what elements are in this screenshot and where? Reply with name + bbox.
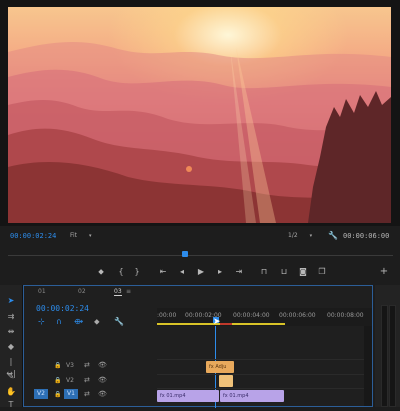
time-ruler[interactable]: :00:00 00:00:02:00 00:00:04:00 00:00:06:… bbox=[157, 308, 372, 326]
linked-selection-icon[interactable]: ⟴ bbox=[74, 317, 83, 326]
add-marker-icon[interactable]: ⬥ bbox=[94, 317, 100, 327]
mark-out-icon[interactable]: } bbox=[131, 266, 143, 278]
tools-panel: ➤ ⇉ ⇹ ◆ |↔| ✎ ✋ T bbox=[0, 285, 23, 409]
ruler-label: 00:00:04:00 bbox=[233, 312, 270, 319]
track-divider bbox=[157, 374, 372, 375]
resolution-select[interactable]: 1/2 ▾ bbox=[288, 232, 312, 239]
fx-icon: fx bbox=[223, 393, 228, 399]
hand-icon[interactable]: ✋ bbox=[5, 386, 17, 398]
duration-timecode: 00:00:06:00 bbox=[343, 232, 390, 240]
overwrite-icon[interactable]: ⊔ bbox=[278, 266, 290, 278]
nest-icon[interactable]: ⊹ bbox=[38, 317, 45, 326]
track-header-v2: 🔒 V2 ⇄ 👁 bbox=[24, 374, 157, 389]
ruler-label: 00:00:08:00 bbox=[327, 312, 364, 319]
chevron-down-icon: ▾ bbox=[88, 233, 92, 239]
track-divider bbox=[157, 359, 372, 360]
razor-icon[interactable]: ◆ bbox=[5, 341, 17, 353]
ripple-edit-icon[interactable]: ⇹ bbox=[5, 326, 17, 338]
fx-icon: fx bbox=[209, 364, 214, 370]
wrench-icon[interactable]: 🔧 bbox=[328, 231, 338, 240]
add-button-icon[interactable]: + bbox=[378, 266, 390, 278]
zoom-select[interactable]: Fit ▾ bbox=[70, 232, 91, 239]
track-label: V3 bbox=[66, 362, 74, 369]
scrubber-track bbox=[8, 255, 393, 256]
clip-name: 01.mp4 bbox=[166, 393, 186, 399]
transition-clip[interactable] bbox=[219, 375, 233, 387]
video-preview[interactable] bbox=[8, 7, 391, 223]
go-to-in-icon[interactable]: ⇤ bbox=[157, 266, 169, 278]
chevron-down-icon: ▾ bbox=[309, 233, 313, 239]
video-clip-1[interactable]: fx 01.mp4 bbox=[157, 390, 219, 402]
mouse-cursor-icon: ➤ bbox=[213, 317, 221, 327]
timeline-timecode[interactable]: 00:00:02:24 bbox=[36, 304, 89, 313]
sync-lock-icon[interactable]: ⇄ bbox=[84, 376, 90, 384]
tab-sequence-03[interactable]: 03 bbox=[114, 288, 122, 296]
sync-lock-icon[interactable]: ⇄ bbox=[84, 390, 90, 398]
slip-icon[interactable]: |↔| bbox=[5, 356, 17, 378]
tab-sequence-02[interactable]: 02 bbox=[78, 288, 86, 295]
clip-name: 01.mp4 bbox=[229, 393, 249, 399]
ruler-label: 00:00:06:00 bbox=[279, 312, 316, 319]
lock-icon[interactable]: 🔒 bbox=[54, 362, 61, 369]
marker-icon[interactable]: ⬥ bbox=[95, 266, 107, 278]
step-forward-icon[interactable]: ▸ bbox=[214, 266, 226, 278]
pen-icon[interactable]: ✎ bbox=[5, 371, 17, 383]
monitor-status-bar: 00:00:02:24 Fit ▾ 1/2 ▾ 🔧 00:00:06:00 bbox=[0, 226, 400, 248]
eye-icon[interactable]: 👁 bbox=[98, 376, 107, 384]
playhead-timecode[interactable]: 00:00:02:24 bbox=[10, 232, 56, 240]
timeline-panel: 01 02 03 ≡ 00:00:02:24 ⊹ ∩ ⟴ ⬥ 🔧 :00:00 … bbox=[23, 285, 373, 408]
playhead-marker[interactable] bbox=[182, 251, 188, 257]
monitor-scrubber[interactable] bbox=[8, 249, 393, 259]
mountain-landscape-image bbox=[8, 41, 391, 223]
play-icon[interactable]: ▶ bbox=[195, 266, 207, 278]
audio-meter-left bbox=[381, 305, 388, 407]
wrench-icon[interactable]: 🔧 bbox=[114, 317, 124, 326]
vertical-scrollbar[interactable] bbox=[364, 326, 372, 406]
lock-icon[interactable]: 🔒 bbox=[54, 391, 61, 398]
compare-icon[interactable]: ❐ bbox=[316, 266, 328, 278]
render-bar bbox=[220, 323, 232, 325]
transport-controls: ⬥ { } ⇤ ◂ ▶ ▸ ⇥ ⊓ ⊔ ◙ ❐ + bbox=[0, 262, 400, 282]
selection-tool-icon[interactable]: ➤ bbox=[5, 295, 17, 307]
fx-icon: fx bbox=[160, 393, 165, 399]
clip-name: Adju bbox=[215, 364, 227, 370]
resolution-value: 1/2 bbox=[288, 232, 298, 239]
track-header-v3: 🔒 V3 ⇄ 👁 bbox=[24, 359, 157, 374]
audio-meter-right bbox=[389, 305, 396, 407]
ruler-label: :00:00 bbox=[157, 312, 177, 319]
eye-icon[interactable]: 👁 bbox=[98, 390, 107, 398]
source-patch-v2[interactable]: V2 bbox=[34, 389, 48, 399]
sync-lock-icon[interactable]: ⇄ bbox=[84, 361, 90, 369]
eye-icon[interactable]: 👁 bbox=[98, 361, 107, 369]
adjustment-layer-clip[interactable]: fx Adju bbox=[206, 361, 234, 373]
program-monitor bbox=[0, 0, 400, 226]
track-header-v1: V2 🔒 V1 ⇄ 👁 bbox=[24, 388, 157, 403]
track-label[interactable]: V1 bbox=[64, 389, 78, 399]
track-select-icon[interactable]: ⇉ bbox=[5, 311, 17, 323]
go-to-out-icon[interactable]: ⇥ bbox=[233, 266, 245, 278]
mark-in-icon[interactable]: { bbox=[115, 266, 127, 278]
step-back-icon[interactable]: ◂ bbox=[176, 266, 188, 278]
type-icon[interactable]: T bbox=[5, 399, 17, 411]
track-divider bbox=[157, 388, 372, 389]
insert-icon[interactable]: ⊓ bbox=[258, 266, 270, 278]
camera-icon[interactable]: ◙ bbox=[297, 266, 309, 278]
tab-sequence-01[interactable]: 01 bbox=[38, 288, 46, 295]
lock-icon[interactable]: 🔒 bbox=[54, 377, 61, 384]
video-clip-2[interactable]: fx 01.mp4 bbox=[220, 390, 284, 402]
track-label: V2 bbox=[66, 377, 74, 384]
tab-menu-icon[interactable]: ≡ bbox=[126, 288, 131, 295]
audio-meters-panel bbox=[375, 285, 400, 407]
snap-icon[interactable]: ∩ bbox=[56, 317, 62, 326]
zoom-value: Fit bbox=[70, 232, 78, 239]
